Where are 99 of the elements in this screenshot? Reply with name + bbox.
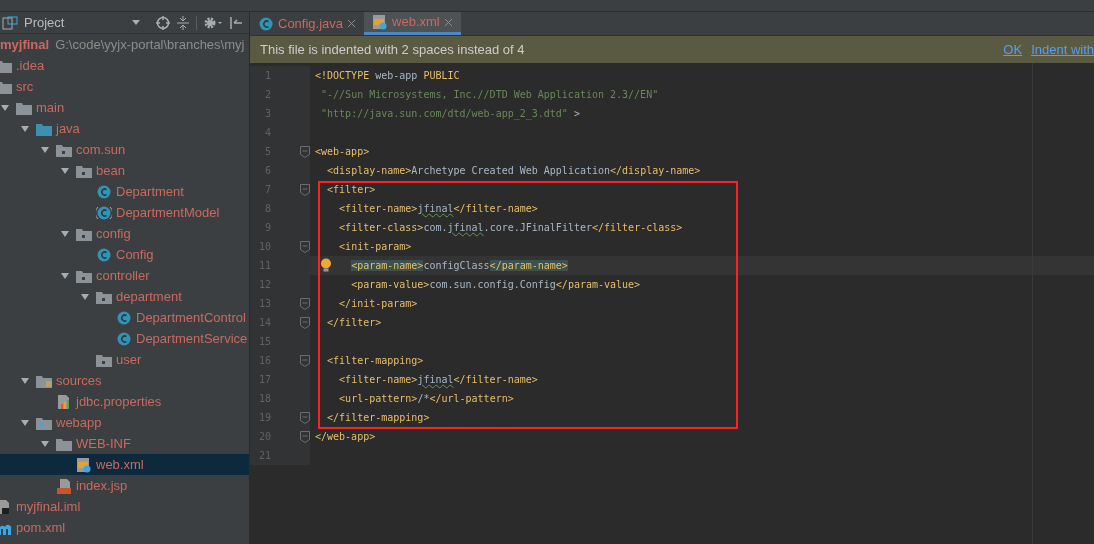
code-line: <display-name>Archetype Created Web Application</display-name>	[326, 164, 701, 178]
code-line: </web-app>	[315, 430, 376, 444]
notification-link[interactable]: Indent with	[1031, 39, 1094, 60]
fold-marker-icon[interactable]	[300, 240, 310, 253]
folder-icon	[36, 415, 52, 430]
fold-marker-icon[interactable]	[300, 297, 310, 310]
code-line: <url-pattern>/*</url-pattern>	[338, 392, 514, 406]
class-icon	[116, 309, 132, 326]
tree-item[interactable]: main	[0, 97, 249, 118]
code-line: <init-param>	[338, 240, 412, 254]
folder-icon	[36, 373, 52, 388]
tree-item[interactable]: web.xml	[0, 454, 249, 475]
folder-icon	[16, 100, 32, 115]
notification-message: This file is indented with 2 spaces instead of 4	[260, 40, 526, 59]
project-icon	[2, 15, 18, 30]
tree-item[interactable]: index.jsp	[0, 475, 249, 496]
code-line: <filter>	[326, 183, 376, 197]
tree-item[interactable]: WEB-INF	[0, 433, 249, 454]
code-line: </init-param>	[338, 297, 418, 311]
tree-item[interactable]: sources	[0, 370, 249, 391]
folder-icon	[0, 79, 12, 94]
project-name[interactable]: myjfinal	[0, 35, 50, 55]
tree-item[interactable]: controller	[0, 265, 249, 286]
editor-tab[interactable]: web.xml	[364, 12, 461, 35]
expanded-arrow-icon[interactable]	[20, 375, 30, 386]
folder-icon	[56, 436, 72, 451]
class-icon	[116, 330, 132, 347]
jsp-file-icon	[56, 477, 72, 494]
tree-item[interactable]: jdbc.properties	[0, 391, 249, 412]
code-line: "-//Sun Microsystems, Inc.//DTD Web Application 2.3//EN"	[320, 88, 659, 102]
editor-tab[interactable]: Config.java	[250, 12, 365, 35]
class-icon	[96, 183, 112, 200]
settings-icon[interactable]	[203, 15, 223, 30]
expanded-arrow-icon[interactable]	[60, 270, 70, 281]
expanded-arrow-icon[interactable]	[60, 228, 70, 239]
code-line: <param-name>configClass</param-name>	[350, 259, 568, 273]
expanded-arrow-icon[interactable]	[40, 438, 50, 449]
tree-item[interactable]: pom.xml	[0, 517, 249, 538]
project-path: G:\code\yyjx-portal\branches\myj	[55, 36, 245, 55]
code-line: <filter-mapping>	[326, 354, 424, 368]
tree-item[interactable]: department	[0, 286, 249, 307]
code-line: </filter>	[326, 316, 382, 330]
close-icon[interactable]	[347, 19, 357, 28]
tree-item[interactable]: bean	[0, 160, 249, 181]
tree-item[interactable]: java	[0, 118, 249, 139]
expanded-arrow-icon[interactable]	[20, 417, 30, 428]
folder-icon	[36, 121, 52, 136]
package-icon	[76, 226, 92, 241]
tree-item[interactable]: com.sun	[0, 139, 249, 160]
tree-item[interactable]: DepartmentModel	[0, 202, 249, 223]
tree-item[interactable]: .idea	[0, 55, 249, 76]
xml-file-icon	[76, 456, 92, 473]
code-line: <filter-class>com.jfinal.core.JFinalFilter</filter-class>	[338, 221, 683, 235]
notification-link[interactable]: OK	[1003, 39, 1023, 60]
fold-marker-icon[interactable]	[300, 316, 310, 329]
fold-marker-icon[interactable]	[300, 430, 310, 443]
class-icon	[96, 246, 112, 263]
tree-item[interactable]: DepartmentService	[0, 328, 249, 349]
properties-file-icon	[56, 393, 72, 410]
tree-item[interactable]: webapp	[0, 412, 249, 433]
xml-file-icon	[372, 14, 389, 30]
expanded-arrow-icon[interactable]	[20, 123, 30, 134]
dropdown-caret-icon[interactable]	[132, 19, 140, 26]
code-line: <param-value>com.sun.config.Config</param-value>	[350, 278, 641, 292]
class-icon	[258, 15, 274, 32]
panel-title: Project	[24, 13, 65, 32]
module-file-icon	[0, 498, 12, 515]
code-line: <filter-name>jfinal</filter-name>	[338, 202, 538, 216]
package-icon	[56, 142, 72, 157]
fold-marker-icon[interactable]	[300, 145, 310, 158]
target-icon[interactable]	[156, 15, 170, 30]
tree-item[interactable]: DepartmentControl	[0, 307, 249, 328]
expanded-arrow-icon[interactable]	[80, 291, 90, 302]
expanded-arrow-icon[interactable]	[0, 102, 10, 113]
code-line: <!DOCTYPE web-app PUBLIC	[315, 69, 460, 83]
tree-item[interactable]: user	[0, 349, 249, 370]
code-line: <filter-name>jfinal</filter-name>	[338, 373, 538, 387]
code-line: "http://java.sun.com/dtd/web-app_2_3.dtd" >	[320, 107, 580, 121]
package-icon	[96, 352, 112, 367]
tree-item[interactable]: myjfinal.iml	[0, 496, 249, 517]
hide-panel-icon[interactable]	[229, 15, 243, 30]
lightbulb-icon[interactable]	[320, 258, 332, 273]
tree-item[interactable]: Department	[0, 181, 249, 202]
fold-marker-icon[interactable]	[300, 354, 310, 367]
tree-item[interactable]: src	[0, 76, 249, 97]
tree-item[interactable]: Config	[0, 244, 249, 265]
collapse-all-icon[interactable]	[176, 15, 190, 30]
package-icon	[76, 268, 92, 283]
package-icon	[76, 163, 92, 178]
fold-marker-icon[interactable]	[300, 183, 310, 196]
code-line: </filter-mapping>	[326, 411, 430, 425]
expanded-arrow-icon[interactable]	[60, 165, 70, 176]
tree-item[interactable]: config	[0, 223, 249, 244]
class-icon	[96, 204, 112, 221]
code-line: <web-app>	[315, 145, 370, 159]
folder-icon	[0, 58, 12, 73]
fold-marker-icon[interactable]	[300, 411, 310, 424]
expanded-arrow-icon[interactable]	[40, 144, 50, 155]
package-icon	[96, 289, 112, 304]
